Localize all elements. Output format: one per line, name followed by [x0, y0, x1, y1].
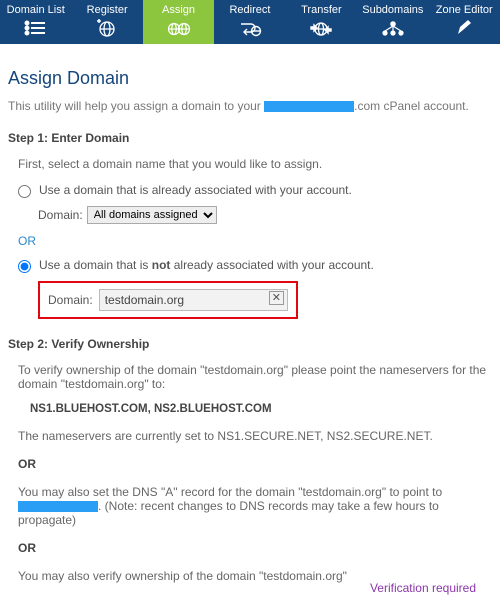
- nav-label: Transfer: [301, 4, 342, 16]
- transfer-icon: [286, 18, 357, 38]
- content-area: Assign Domain This utility will help you…: [0, 44, 500, 605]
- or-divider-2: OR: [8, 457, 488, 471]
- step2-heading: Step 2: Verify Ownership: [8, 337, 488, 351]
- nav-label: Register: [87, 4, 128, 16]
- nav-label: Subdomains: [362, 4, 423, 16]
- top-nav: Domain List Register Assign Redirect Tra…: [0, 0, 500, 44]
- step1-heading: Step 1: Enter Domain: [8, 131, 488, 145]
- option-associated: Use a domain that is already associated …: [8, 183, 488, 198]
- option-not-associated-label: Use a domain that is not already associa…: [39, 258, 488, 272]
- clear-input-icon[interactable]: ✕: [269, 291, 284, 305]
- redacted-ip: [18, 501, 98, 512]
- step2-p1: To verify ownership of the domain "testd…: [8, 363, 488, 391]
- globe-plus-icon: [71, 18, 142, 38]
- option-associated-label: Use a domain that is already associated …: [39, 183, 488, 197]
- pencil-icon: [429, 18, 500, 38]
- nav-redirect[interactable]: Redirect: [214, 0, 285, 44]
- nav-transfer[interactable]: Transfer: [286, 0, 357, 44]
- redirect-icon: [214, 18, 285, 38]
- domain-input[interactable]: [99, 289, 288, 311]
- domain-label: Domain:: [38, 208, 83, 222]
- or-divider-3: OR: [8, 541, 488, 555]
- redacted-account: [264, 101, 354, 112]
- network-icon: [357, 18, 428, 38]
- domain-input-highlight: Domain: ✕: [38, 281, 298, 319]
- nav-zone-editor[interactable]: Zone Editor: [429, 0, 500, 44]
- option-not-associated: Use a domain that is not already associa…: [8, 258, 488, 273]
- nameservers-required: NS1.BLUEHOST.COM, NS2.BLUEHOST.COM: [8, 403, 488, 415]
- nav-subdomains[interactable]: Subdomains: [357, 0, 428, 44]
- domain-input-label: Domain:: [48, 293, 93, 307]
- verification-status: Verification required: [8, 581, 488, 595]
- radio-associated[interactable]: [18, 185, 31, 198]
- nav-label: Assign: [162, 4, 195, 16]
- radio-not-associated[interactable]: [18, 260, 31, 273]
- step1-prompt: First, select a domain name that you wou…: [8, 157, 488, 171]
- page-title: Assign Domain: [8, 68, 488, 89]
- step2-p2: The nameservers are currently set to NS1…: [8, 429, 488, 443]
- list-icon: [0, 18, 71, 38]
- associated-domain-select[interactable]: All domains assigned: [87, 206, 217, 224]
- nav-register[interactable]: Register: [71, 0, 142, 44]
- globe-link-icon: [143, 18, 214, 38]
- nav-domain-list[interactable]: Domain List: [0, 0, 71, 44]
- nav-assign[interactable]: Assign: [143, 0, 214, 44]
- nav-label: Domain List: [7, 4, 65, 16]
- intro-text: This utility will help you assign a doma…: [8, 99, 488, 113]
- associated-domain-line: Domain: All domains assigned: [8, 206, 488, 224]
- or-divider-1: OR: [8, 234, 488, 248]
- step2-p3: You may also set the DNS "A" record for …: [8, 485, 488, 527]
- nav-label: Zone Editor: [436, 4, 493, 16]
- nav-label: Redirect: [229, 4, 270, 16]
